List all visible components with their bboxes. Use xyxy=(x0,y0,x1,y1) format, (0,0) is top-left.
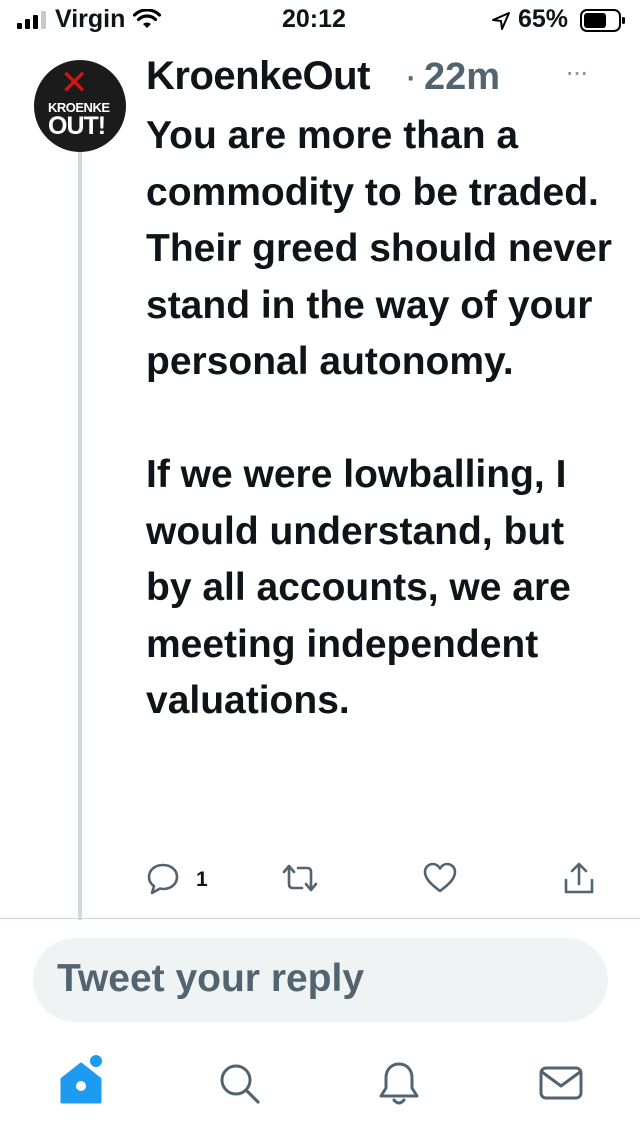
retweet-icon[interactable] xyxy=(280,860,320,896)
cross-icon: ✕ xyxy=(60,64,89,102)
carrier-name: Virgin xyxy=(55,5,126,33)
search-icon[interactable] xyxy=(214,1058,264,1108)
separator-dot: · xyxy=(404,54,418,98)
status-bar: Virgin 20:12 65% xyxy=(0,0,640,40)
battery-percent: 65% xyxy=(518,5,569,33)
reply-count: 1 xyxy=(196,868,208,891)
reply-placeholder: Tweet your reply xyxy=(57,957,365,1000)
messages-icon[interactable] xyxy=(536,1058,586,1108)
avatar[interactable]: ✕ KROENKE OUT! xyxy=(34,60,126,152)
like-icon[interactable] xyxy=(422,860,458,896)
wifi-icon xyxy=(133,9,161,28)
tweet-time[interactable]: 22m xyxy=(424,56,500,99)
battery-icon xyxy=(580,9,625,32)
thread-line xyxy=(78,152,82,920)
more-options-icon[interactable]: ··· xyxy=(565,56,589,88)
tweet-text: You are more than a commodity to be trad… xyxy=(146,114,612,722)
divider xyxy=(0,918,640,919)
new-content-dot xyxy=(90,1055,102,1067)
tweet-actions: 1 xyxy=(146,860,606,900)
clock: 20:12 xyxy=(282,5,346,33)
avatar-text-bottom: OUT! xyxy=(48,112,106,140)
reply-icon[interactable] xyxy=(146,860,180,896)
reply-input[interactable]: Tweet your reply xyxy=(33,938,608,1022)
share-icon[interactable] xyxy=(562,860,596,896)
location-icon xyxy=(492,12,510,30)
notifications-icon[interactable] xyxy=(374,1058,424,1108)
signal-icon xyxy=(17,11,46,29)
author-name[interactable]: KroenkeOut xyxy=(146,54,370,99)
